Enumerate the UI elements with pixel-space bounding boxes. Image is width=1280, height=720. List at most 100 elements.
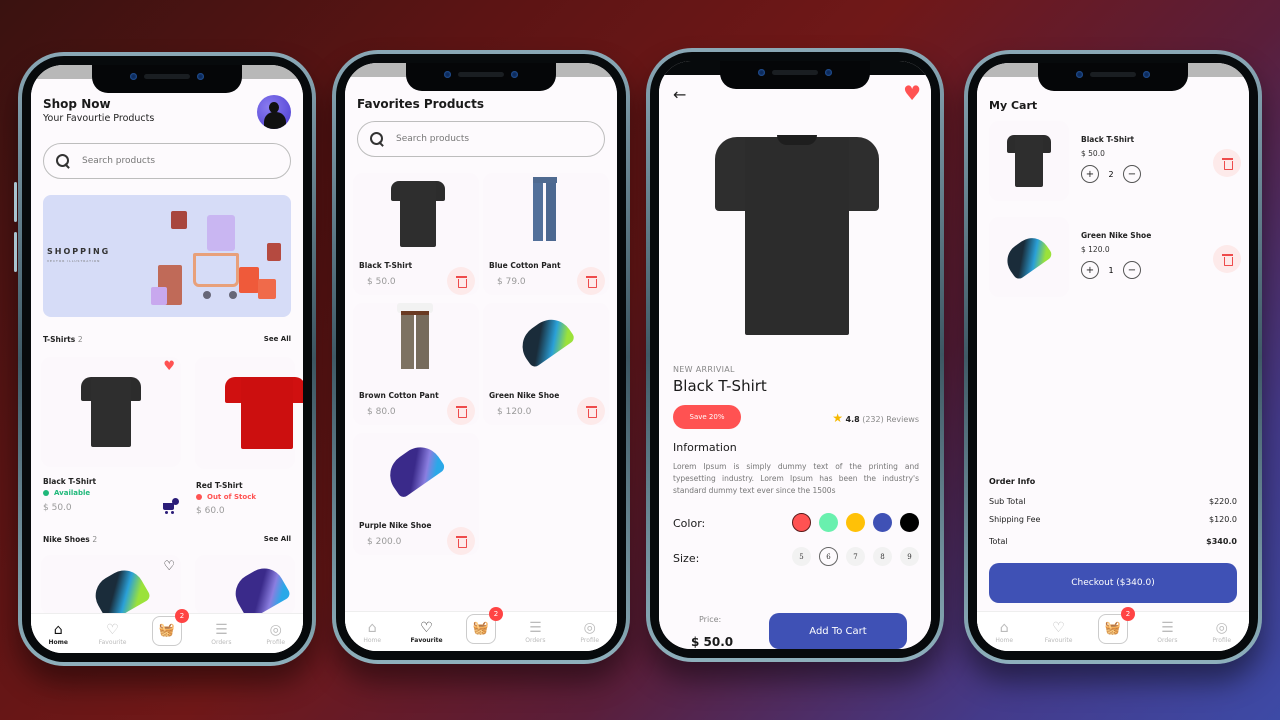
search-input[interactable]: Search products xyxy=(357,121,605,157)
product-price: $ 60.0 xyxy=(196,506,225,516)
remove-favorite-button[interactable] xyxy=(447,267,475,295)
favorite-item[interactable]: Purple Nike Shoe $ 200.0 xyxy=(353,433,479,555)
remove-cart-item-button[interactable] xyxy=(1213,245,1241,273)
trash-icon xyxy=(585,275,597,288)
heart-filled-icon[interactable]: ♥ xyxy=(903,81,921,105)
bottom-nav: ⌂ Home ♡ Favourite 🧺 2 ☰ Orders ◎ Profile xyxy=(345,606,617,651)
color-swatches xyxy=(792,513,919,532)
promo-banner[interactable]: SHOPPING VECTOR ILLUSTRATION xyxy=(43,195,291,317)
product-tag: NEW ARRIVIAL xyxy=(673,365,735,374)
phone-cart: My Cart Black T-Shirt $ 50.0 + 2 − Green… xyxy=(964,50,1262,664)
product-card[interactable]: ♡ xyxy=(41,555,181,623)
color-swatch[interactable] xyxy=(873,513,892,532)
nav-home[interactable]: ⌂ Home xyxy=(979,620,1029,644)
size-label: Size: xyxy=(673,552,700,565)
color-swatch[interactable] xyxy=(792,513,811,532)
phone-home: Shop Now Your Favourtie Products Search … xyxy=(14,52,316,666)
phone-favorites: Favorites Products Search products Black… xyxy=(332,50,630,664)
nav-cart[interactable]: 🧺 2 xyxy=(456,606,506,644)
product-card[interactable]: ♥ xyxy=(41,357,181,467)
quantity-stepper: + 2 − xyxy=(1081,165,1141,183)
green-shoe-image xyxy=(513,311,577,369)
search-icon xyxy=(370,132,384,146)
nav-favourite[interactable]: ♡ Favourite xyxy=(1034,620,1084,644)
section-title-nike-shoes: Nike Shoes 2 xyxy=(43,535,98,544)
list-icon: ☰ xyxy=(529,619,542,636)
favorites-screen: Favorites Products Search products Black… xyxy=(345,63,617,651)
color-swatch[interactable] xyxy=(819,513,838,532)
nav-cart[interactable]: 🧺 2 xyxy=(1088,606,1138,644)
remove-cart-item-button[interactable] xyxy=(1213,149,1241,177)
list-icon: ☰ xyxy=(215,621,228,638)
add-to-cart-icon[interactable] xyxy=(161,498,179,515)
quantity-value: 2 xyxy=(1108,169,1114,179)
remove-favorite-button[interactable] xyxy=(447,397,475,425)
nav-profile[interactable]: ◎ Profile xyxy=(1197,620,1247,644)
favorite-item[interactable]: Black T-Shirt $ 50.0 xyxy=(353,173,479,295)
add-to-cart-button[interactable]: Add To Cart xyxy=(769,613,907,649)
favorite-item[interactable]: Green Nike Shoe $ 120.0 xyxy=(483,303,609,425)
cart-item-price: $ 50.0 xyxy=(1081,149,1105,158)
nav-orders[interactable]: ☰ Orders xyxy=(1142,620,1192,644)
nav-profile[interactable]: ◎ Profile xyxy=(565,620,615,644)
search-input[interactable]: Search products xyxy=(43,143,291,179)
increase-quantity-button[interactable]: + xyxy=(1081,261,1099,279)
remove-favorite-button[interactable] xyxy=(577,267,605,295)
product-price: $ 80.0 xyxy=(367,407,396,417)
favorite-item[interactable]: Blue Cotton Pant $ 79.0 xyxy=(483,173,609,295)
size-option[interactable]: 6 xyxy=(819,547,838,566)
banner-title: SHOPPING xyxy=(47,247,111,256)
cart-badge: 2 xyxy=(488,606,503,621)
size-option[interactable]: 5 xyxy=(792,547,811,566)
color-swatch[interactable] xyxy=(900,513,919,532)
nav-favourite[interactable]: ♡ Favourite xyxy=(88,622,138,646)
size-option[interactable]: 7 xyxy=(846,547,865,566)
nav-profile[interactable]: ◎ Profile xyxy=(251,622,301,646)
heart-icon: ♡ xyxy=(1052,619,1065,636)
info-title: Information xyxy=(673,441,737,454)
product-card[interactable] xyxy=(195,357,303,469)
search-icon xyxy=(56,154,70,168)
product-price: $ 120.0 xyxy=(497,407,532,417)
size-option[interactable]: 8 xyxy=(873,547,892,566)
decrease-quantity-button[interactable]: − xyxy=(1123,165,1141,183)
remove-favorite-button[interactable] xyxy=(577,397,605,425)
product-price: $ 50.0 xyxy=(691,635,734,649)
star-icon: ★ xyxy=(832,411,843,425)
heart-outline-icon[interactable]: ♡ xyxy=(163,559,175,574)
nav-home[interactable]: ⌂ Home xyxy=(347,620,397,644)
nav-orders[interactable]: ☰ Orders xyxy=(510,620,560,644)
trash-icon xyxy=(1221,157,1233,170)
trash-icon xyxy=(585,405,597,418)
heart-filled-icon[interactable]: ♥ xyxy=(163,359,175,374)
remove-favorite-button[interactable] xyxy=(447,527,475,555)
product-name[interactable]: Red T-Shirt xyxy=(196,481,243,490)
increase-quantity-button[interactable]: + xyxy=(1081,165,1099,183)
quantity-stepper: + 1 − xyxy=(1081,261,1141,279)
cart-badge: 2 xyxy=(1120,606,1135,621)
volume-up-button xyxy=(14,182,17,222)
phone-product-detail: ← ♥ NEW ARRIVIAL Black T-Shirt Save 20% … xyxy=(646,48,944,662)
home-icon: ⌂ xyxy=(53,621,63,638)
color-swatch[interactable] xyxy=(846,513,865,532)
product-name[interactable]: Black T-Shirt xyxy=(43,477,96,486)
back-arrow-icon[interactable]: ← xyxy=(673,85,686,104)
nav-favourite[interactable]: ♡ Favourite xyxy=(402,620,452,644)
nav-home[interactable]: ⌂ Home xyxy=(33,622,83,646)
heart-icon: ♡ xyxy=(106,621,119,638)
product-card[interactable] xyxy=(195,555,295,621)
section-title-tshirts: T-Shirts 2 xyxy=(43,335,83,344)
cart-badge: 2 xyxy=(174,608,189,623)
trash-icon xyxy=(455,535,467,548)
nav-cart[interactable]: 🧺 2 xyxy=(142,608,192,646)
nav-orders[interactable]: ☰ Orders xyxy=(196,622,246,646)
see-all-shoes-link[interactable]: See All xyxy=(264,535,291,543)
size-option[interactable]: 9 xyxy=(900,547,919,566)
favorite-item[interactable]: Brown Cotton Pant $ 80.0 xyxy=(353,303,479,425)
decrease-quantity-button[interactable]: − xyxy=(1123,261,1141,279)
avatar[interactable] xyxy=(257,95,291,129)
see-all-tshirts-link[interactable]: See All xyxy=(264,335,291,343)
checkout-button[interactable]: Checkout ($340.0) xyxy=(989,563,1237,603)
order-info-title: Order Info xyxy=(989,477,1036,486)
green-shoe-image xyxy=(1000,231,1054,281)
